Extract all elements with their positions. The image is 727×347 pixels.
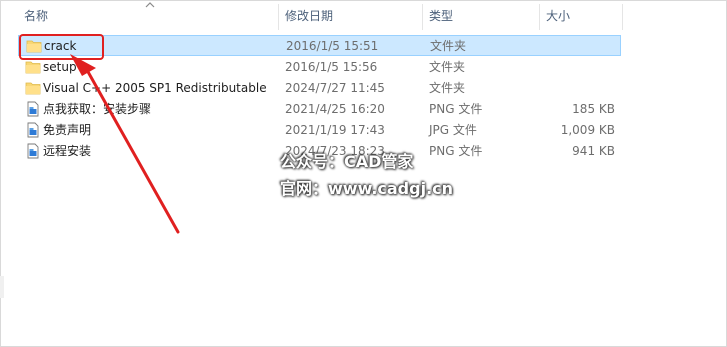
arrow-head (70, 54, 96, 76)
annotation-arrow (70, 54, 180, 234)
